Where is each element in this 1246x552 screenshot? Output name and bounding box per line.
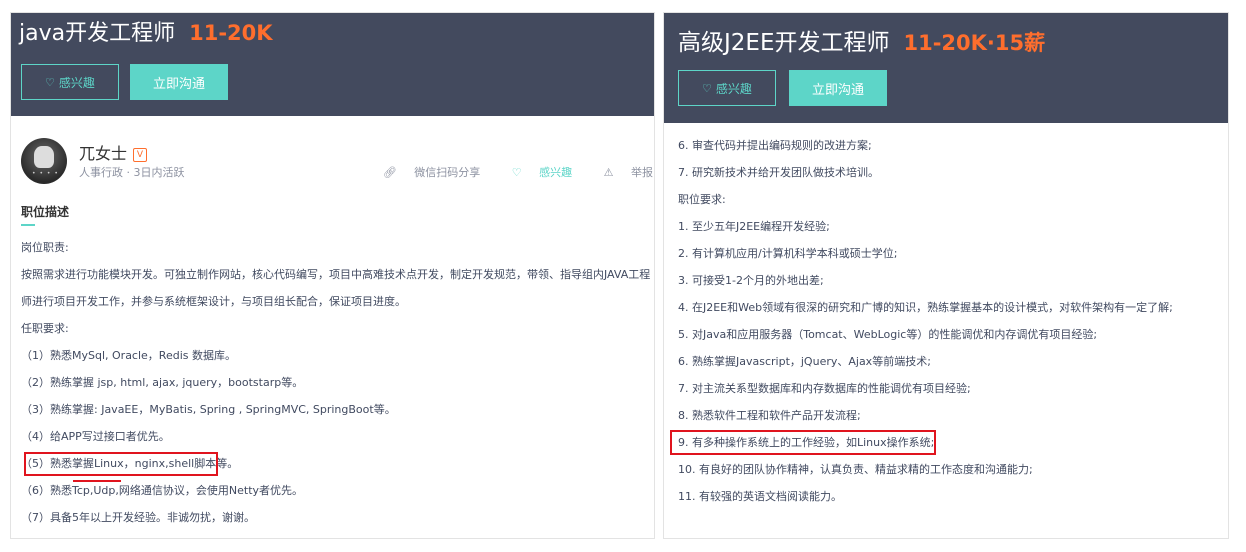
report-label: 举报	[631, 166, 653, 179]
job-card-j2ee: 高级J2EE开发工程师 11-20K·15薪 ♡ 感兴趣 立即沟通 6. 审查代码…	[663, 12, 1229, 539]
job-description: 岗位职责: 按照需求进行功能模块开发。可独立制作网站，核心代码编写，项目中高难技…	[21, 239, 651, 536]
recruiter-actions: 🔗︎ 微信扫码分享 ♡ 感兴趣 ⚠ 举报	[355, 164, 653, 180]
share-link[interactable]: 🔗︎ 微信扫码分享	[369, 166, 480, 179]
verified-badge-icon: V	[133, 148, 148, 162]
chat-now-button-label: 立即沟通	[152, 76, 205, 92]
requirement-line: 6. 审查代码并提出编码规则的改进方案;	[678, 139, 872, 152]
section-underline	[21, 224, 35, 226]
description-line: （2）熟练掌握 jsp, html, ajax, jquery，bootstar…	[21, 376, 304, 389]
requirement-line: 7. 研究新技术并给开发团队做技术培训。	[678, 166, 879, 179]
salary: 11-20K	[189, 21, 273, 45]
description-line: （1）熟悉MySql, Oracle，Redis 数据库。	[21, 349, 236, 362]
salary: 11-20K·15薪	[903, 31, 1046, 55]
avatar[interactable]: • • • •	[21, 138, 67, 184]
requirement-line: 6. 熟练掌握Javascript，jQuery、Ajax等前端技术;	[678, 355, 931, 368]
interest-button[interactable]: ♡ 感兴趣	[678, 70, 776, 106]
description-line: 按照需求进行功能模块开发。可独立制作网站，核心代码编写，项目中高难技术点开发，制…	[21, 268, 651, 308]
requirement-line: 职位要求:	[678, 193, 726, 206]
requirement-line: 11. 有较强的英语文档阅读能力。	[678, 490, 842, 503]
job-card-java: java开发工程师 11-20K ♡ 感兴趣 立即沟通 • • • • 兀女士 V …	[10, 12, 655, 539]
interest-button-label: 感兴趣	[58, 75, 95, 90]
avatar-dots: • • • •	[32, 170, 59, 177]
job-title: 高级J2EE开发工程师 11-20K·15薪	[678, 23, 1045, 57]
share-label: 微信扫码分享	[414, 166, 481, 179]
highlight-underline	[73, 480, 121, 482]
requirement-line: 7. 对主流关系型数据库和内存数据库的性能调优有项目经验;	[678, 382, 971, 395]
highlight-underline	[831, 453, 891, 455]
requirement-line: 1. 至少五年J2EE编程开发经验;	[678, 220, 830, 233]
highlight-box	[24, 452, 218, 476]
recruiter-name: 兀女士 V	[79, 140, 148, 164]
description-line: 任职要求:	[21, 322, 69, 335]
heart-icon: ♡	[511, 166, 526, 179]
elephant-icon	[34, 146, 54, 168]
interest-button[interactable]: ♡ 感兴趣	[21, 64, 119, 100]
description-line: （4）给APP写过接口者优先。	[21, 430, 170, 443]
report-link[interactable]: ⚠ 举报	[590, 166, 653, 179]
chat-now-button-label: 立即沟通	[811, 82, 864, 98]
requirement-line: 10. 有良好的团队协作精神，认真负责、精益求精的工作态度和沟通能力;	[678, 463, 1033, 476]
job-requirements: 6. 审查代码并提出编码规则的改进方案; 7. 研究新技术并给开发团队做技术培训…	[678, 137, 1223, 515]
interest-link-label: 感兴趣	[539, 166, 573, 179]
recruiter-meta: 人事行政 · 3日内活跃	[79, 166, 185, 179]
section-title: 职位描述	[21, 205, 70, 219]
chat-now-button[interactable]: 立即沟通	[130, 64, 228, 100]
job-title-text: 高级J2EE开发工程师	[678, 30, 890, 56]
chat-now-button[interactable]: 立即沟通	[789, 70, 887, 106]
link-icon: 🔗︎	[382, 166, 401, 179]
warning-icon: ⚠	[603, 166, 617, 179]
heart-icon: ♡	[45, 75, 55, 89]
requirement-line: 5. 对Java和应用服务器（Tomcat、WebLogic等）的性能调优和内存…	[678, 328, 1098, 341]
job-title-text: java开发工程师	[19, 21, 176, 46]
requirement-line: 3. 可接受1-2个月的外地出差;	[678, 274, 824, 287]
recruiter-name-text: 兀女士	[79, 144, 128, 163]
requirement-line: 2. 有计算机应用/计算机科学本科或硕士学位;	[678, 247, 898, 260]
highlight-box	[670, 430, 936, 455]
job-title: java开发工程师 11-20K	[19, 15, 273, 47]
interest-link[interactable]: ♡ 感兴趣	[498, 166, 572, 179]
description-line: （7）具备5年以上开发经验。非诚勿扰，谢谢。	[21, 511, 255, 524]
job-header: 高级J2EE开发工程师 11-20K·15薪 ♡ 感兴趣 立即沟通	[664, 13, 1228, 123]
job-header: java开发工程师 11-20K ♡ 感兴趣 立即沟通	[11, 13, 654, 116]
description-line: （6）熟悉Tcp,Udp,网络通信协议，会使用Netty者优先。	[21, 484, 304, 497]
requirement-line: 4. 在J2EE和Web领域有很深的研究和广博的知识，熟练掌握基本的设计模式，对…	[678, 301, 1173, 314]
description-line: （3）熟练掌握: JavaEE，MyBatis, Spring , Spring…	[21, 403, 396, 416]
recruiter-info: • • • • 兀女士 V 人事行政 · 3日内活跃 🔗︎ 微信扫码分享 ♡ 感兴…	[21, 138, 653, 188]
heart-icon: ♡	[702, 81, 712, 95]
interest-button-label: 感兴趣	[715, 81, 752, 96]
